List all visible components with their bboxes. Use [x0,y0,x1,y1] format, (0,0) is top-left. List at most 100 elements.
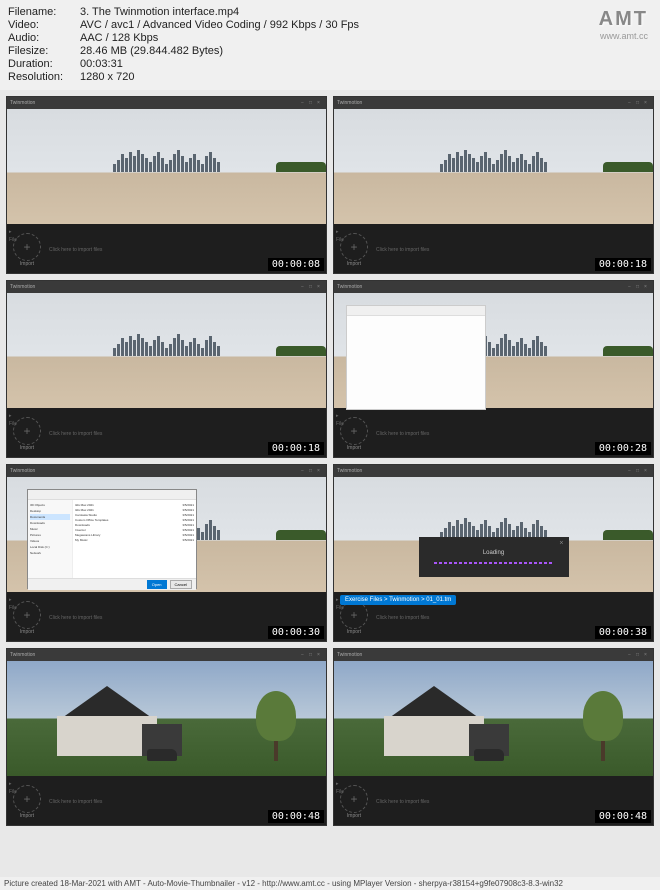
folder-tree-item[interactable]: Network [30,550,70,556]
tool-icon[interactable]: ▸ [9,597,17,603]
close-icon[interactable]: × [644,652,650,658]
import-button[interactable]: + [340,233,368,261]
minimize-icon[interactable]: − [301,652,307,658]
car-model [474,749,504,761]
open-button[interactable]: Open [147,580,167,589]
close-icon[interactable]: × [317,284,323,290]
import-button[interactable]: + [13,417,41,445]
file-label: File [9,421,17,427]
maximize-icon[interactable]: □ [309,652,315,658]
minimize-icon[interactable]: − [301,468,307,474]
video-value: AVC / avc1 / Advanced Video Coding / 992… [80,19,652,31]
side-toolbar: ▸ File [9,229,17,243]
side-toolbar: ▸ File [9,413,17,427]
maximize-icon[interactable]: □ [309,284,315,290]
file-label: File [9,605,17,611]
viewport[interactable] [334,109,653,224]
import-hint: Click here to import files [49,247,102,253]
viewport[interactable] [334,293,653,408]
maximize-icon[interactable]: □ [636,284,642,290]
minimize-icon[interactable]: − [628,100,634,106]
viewport[interactable] [7,293,326,408]
app-title: Twinmotion [10,652,35,658]
import-hint: Click here to import files [376,799,429,805]
metadata-panel: Filename:3. The Twinmotion interface.mp4… [0,0,660,90]
viewport[interactable]: × Loading [334,477,653,592]
close-icon[interactable]: × [317,652,323,658]
close-icon[interactable]: × [317,100,323,106]
tool-icon[interactable]: ▸ [336,781,344,787]
close-icon[interactable]: × [644,284,650,290]
side-toolbar: ▸ File [336,413,344,427]
footer-text: Picture created 18-Mar-2021 with AMT - A… [0,877,660,890]
car-model [147,749,177,761]
filesize-value: 28.46 MB (29.844.482 Bytes) [80,45,652,57]
watermark: AMT www.amt.cc [599,8,648,41]
tool-icon[interactable]: ▸ [9,229,17,235]
viewport[interactable] [7,661,326,776]
close-icon[interactable]: × [644,100,650,106]
import-button[interactable]: + [13,785,41,813]
maximize-icon[interactable]: □ [636,652,642,658]
timestamp: 00:00:48 [595,810,651,823]
tree-model [583,691,623,761]
tool-icon[interactable]: ▸ [9,781,17,787]
import-button[interactable]: + [13,233,41,261]
maximize-icon[interactable]: □ [636,100,642,106]
maximize-icon[interactable]: □ [309,468,315,474]
import-button[interactable]: + [13,601,41,629]
close-icon[interactable]: × [317,468,323,474]
minimize-icon[interactable]: − [301,100,307,106]
window-titlebar: Twinmotion − □ × [7,465,326,477]
loading-text: Loading [483,550,504,556]
maximize-icon[interactable]: □ [309,100,315,106]
filesize-label: Filesize: [8,45,80,57]
thumbnail: Twinmotion − □ × ▸ File + Import Click h… [333,280,654,458]
import-button[interactable]: + [340,785,368,813]
import-label: Import [20,813,34,819]
minimize-icon[interactable]: − [628,468,634,474]
close-icon[interactable]: × [644,468,650,474]
close-icon[interactable]: × [559,540,563,547]
watermark-url: www.amt.cc [599,31,648,41]
viewport[interactable] [334,661,653,776]
import-hint: Click here to import files [49,431,102,437]
tool-icon[interactable]: ▸ [9,413,17,419]
minimize-icon[interactable]: − [628,652,634,658]
import-button[interactable]: + [340,417,368,445]
progress-bar [434,562,554,564]
window-titlebar: Twinmotion − □ × [334,97,653,109]
folder-tree: 3D ObjectsDesktopDocumentsDownloadsMusic… [28,500,73,578]
import-label: Import [20,445,34,451]
thumbnail: Twinmotion − □ × ▸ File + Import Click h… [6,648,327,826]
import-hint: Click here to import files [49,615,102,621]
maximize-icon[interactable]: □ [636,468,642,474]
import-label: Import [20,629,34,635]
viewport[interactable] [7,109,326,224]
app-title: Twinmotion [337,652,362,658]
side-toolbar: ▸ File [336,781,344,795]
loading-dialog: × Loading [419,537,569,577]
app-title: Twinmotion [10,284,35,290]
import-hint: Click here to import files [49,799,102,805]
file-list-item[interactable]: My Music3/5/2021 [75,537,194,542]
audio-label: Audio: [8,32,80,44]
viewport[interactable]: 3D ObjectsDesktopDocumentsDownloadsMusic… [7,477,326,592]
app-title: Twinmotion [10,468,35,474]
minimize-icon[interactable]: − [628,284,634,290]
import-label: Import [347,813,361,819]
cancel-button[interactable]: Cancel [170,580,192,589]
file-label: File [336,237,344,243]
open-file-dialog [346,305,486,410]
timestamp: 00:00:18 [268,442,324,455]
window-titlebar: Twinmotion − □ × [7,281,326,293]
window-titlebar: Twinmotion − □ × [7,97,326,109]
timestamp: 00:00:48 [268,810,324,823]
tool-icon[interactable]: ▸ [336,413,344,419]
file-label: File [336,605,344,611]
house-model [47,686,177,756]
file-label: File [9,789,17,795]
thumbnail: Twinmotion − □ × ▸ File + Import Click h… [6,280,327,458]
tool-icon[interactable]: ▸ [336,229,344,235]
minimize-icon[interactable]: − [301,284,307,290]
